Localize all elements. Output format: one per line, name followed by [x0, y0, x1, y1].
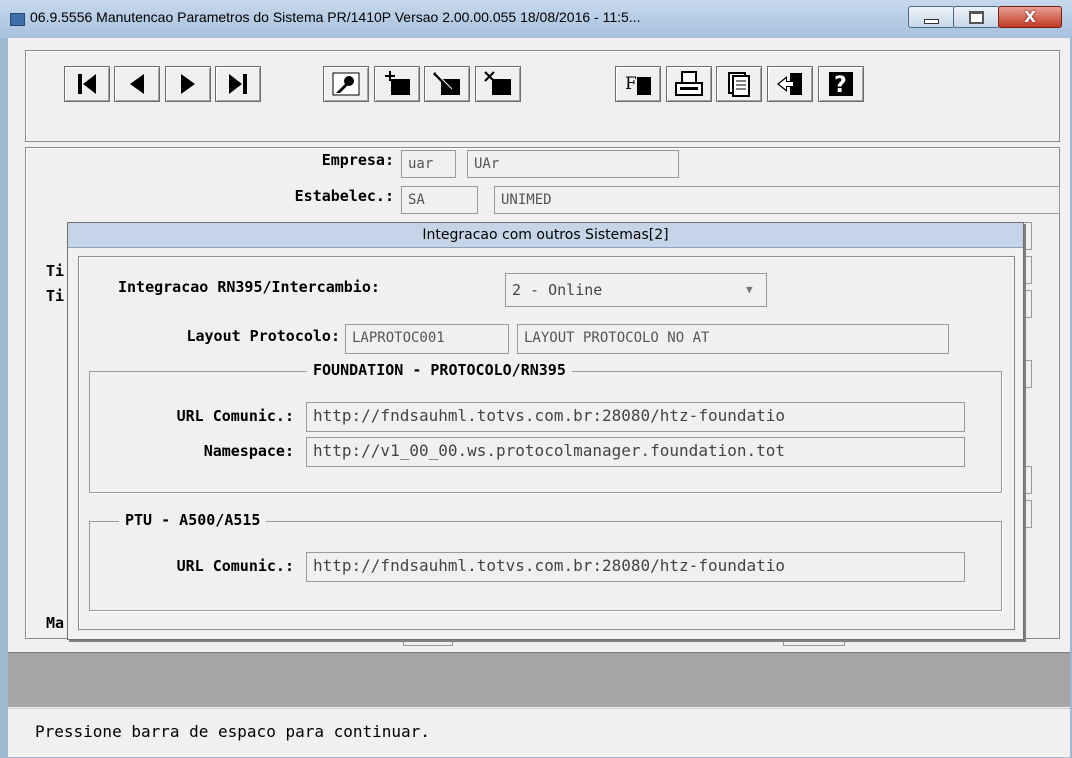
empresa-label: Empresa:: [321, 151, 394, 169]
dialog-title: Integracao com outros Sistemas[2]: [68, 223, 1023, 248]
add-record-icon: [385, 71, 410, 95]
last-record-button[interactable]: [215, 66, 261, 102]
exit-icon: [777, 73, 802, 95]
next-icon: [181, 74, 195, 94]
add-button[interactable]: [374, 66, 420, 102]
ptu-group-title: PTU - A500/A515: [119, 511, 267, 529]
foundation-group-title: FOUNDATION - PROTOCOLO/RN395: [307, 361, 572, 379]
integracao-value: 2 - Online: [512, 281, 603, 299]
hidden-label-1: Ti: [46, 262, 65, 280]
copy-icon: [728, 72, 750, 97]
integracao-label: Integracao RN395/Intercambio:: [118, 278, 380, 296]
minimize-button[interactable]: [908, 6, 955, 28]
previous-icon: [130, 74, 144, 94]
hidden-label-2: Ti: [46, 287, 65, 305]
status-message: Pressione barra de espaco para continuar…: [35, 722, 430, 741]
foundation-group: [89, 371, 1002, 493]
namespace-field[interactable]: http://v1_00_00.ws.protocolmanager.found…: [306, 437, 965, 467]
layout-protocolo-label: Layout Protocolo:: [186, 327, 340, 345]
modify-button[interactable]: [424, 66, 470, 102]
delete-record-icon: [484, 71, 511, 95]
layout-desc-field[interactable]: LAYOUT PROTOCOLO NO AT: [517, 324, 949, 354]
close-button[interactable]: X: [998, 6, 1062, 28]
ptu-url-label: URL Comunic.:: [176, 557, 294, 575]
copy-button[interactable]: [716, 66, 762, 102]
estabelec-name-field[interactable]: UNIMED: [494, 186, 1060, 214]
hidden-label-3: Ma: [46, 614, 65, 632]
goto-button[interactable]: [323, 66, 369, 102]
exit-button[interactable]: [767, 66, 813, 102]
window-title: 06.9.5556 Manutencao Parametros do Siste…: [30, 9, 641, 25]
ptu-url-field[interactable]: http://fndsauhml.totvs.com.br:28080/htz-…: [306, 552, 965, 582]
layout-code-field[interactable]: LAPROTOC001: [345, 324, 509, 354]
print-button[interactable]: [666, 66, 712, 102]
first-record-button[interactable]: [64, 66, 110, 102]
minimize-icon: [924, 18, 939, 24]
previous-record-button[interactable]: [114, 66, 160, 102]
empresa-code-field[interactable]: uar: [401, 150, 456, 178]
delete-button[interactable]: [475, 66, 521, 102]
print-icon: [675, 71, 703, 96]
estabelec-label: Estabelec.:: [294, 187, 394, 205]
foundation-url-field[interactable]: http://fndsauhml.totvs.com.br:28080/htz-…: [306, 402, 965, 432]
chevron-down-icon: ▼: [746, 283, 753, 296]
svg-text:F: F: [625, 74, 637, 94]
svg-text:?: ?: [834, 73, 847, 97]
first-icon: [78, 74, 96, 94]
help-button[interactable]: ?: [818, 66, 864, 102]
edit-record-icon: [432, 71, 460, 95]
empresa-name-field[interactable]: UAr: [467, 150, 679, 178]
maximize-button[interactable]: [953, 6, 1000, 28]
next-record-button[interactable]: [165, 66, 211, 102]
last-icon: [229, 74, 247, 94]
filter-icon: F: [625, 74, 651, 95]
filter-button[interactable]: F: [615, 66, 661, 102]
close-icon: X: [1024, 7, 1036, 26]
app-icon: [10, 13, 25, 26]
foundation-url-label: URL Comunic.:: [176, 407, 294, 425]
integracao-select[interactable]: 2 - Online ▼: [505, 273, 767, 307]
maximize-icon: [969, 10, 984, 24]
key-icon: [332, 72, 360, 96]
message-area: [8, 652, 1070, 707]
estabelec-code-field[interactable]: SA: [401, 186, 478, 214]
help-icon: ?: [829, 72, 853, 97]
namespace-label: Namespace:: [203, 442, 294, 460]
